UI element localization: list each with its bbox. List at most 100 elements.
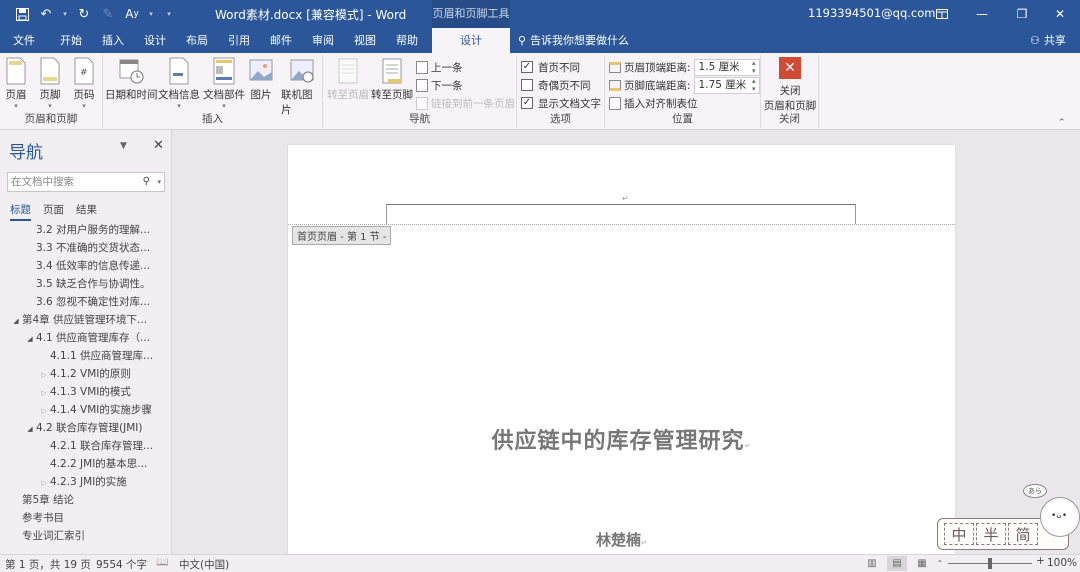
redo-icon[interactable]: ↻	[74, 4, 94, 24]
nav-heading-item[interactable]: 参考书目	[10, 509, 64, 527]
minimize-icon[interactable]: —	[962, 0, 1002, 28]
nav-heading-item[interactable]: 3.3 不准确的交货状态...	[24, 239, 150, 257]
link-to-previous-button[interactable]: 链接到前一条页眉	[416, 94, 515, 112]
spelling-dropdown-icon[interactable]: ▾	[146, 10, 156, 18]
save-icon[interactable]	[12, 4, 32, 24]
zoom-out-button[interactable]: -	[938, 555, 942, 567]
nav-heading-label: 3.4 低效率的信息传递...	[36, 260, 151, 272]
goto-footer-button[interactable]: 转至页脚	[371, 57, 413, 102]
document-page[interactable]: ↵ 首页页眉 - 第 1 节 - 供应链中的库存管理研究↵ 林楚楠↵	[288, 145, 955, 554]
proofing-icon[interactable]: 📖	[156, 557, 168, 568]
customize-qat-icon[interactable]: ▾	[164, 10, 174, 18]
nav-heading-item[interactable]: 3.4 低效率的信息传递...	[24, 257, 150, 275]
header-button[interactable]: 页眉 ▾	[4, 57, 28, 110]
zoom-slider-thumb[interactable]	[988, 558, 992, 569]
format-painter-icon[interactable]: ✎	[98, 4, 118, 24]
print-layout-icon[interactable]: ▤	[887, 556, 907, 571]
spelling-icon[interactable]: Ay	[122, 4, 142, 24]
nav-tab-headings[interactable]: 标题	[10, 202, 31, 221]
search-dropdown-icon[interactable]: ▾	[157, 173, 161, 191]
close-window-icon[interactable]: ✕	[1040, 0, 1080, 28]
show-document-text-checkbox[interactable]: ✓ 显示文档文字	[521, 94, 601, 112]
nav-tab-pages[interactable]: 页面	[43, 202, 64, 221]
collapsed-triangle-icon[interactable]: ▷	[38, 402, 50, 420]
different-odd-even-checkbox[interactable]: 奇偶页不同	[521, 76, 591, 94]
undo-icon[interactable]: ↶	[36, 4, 56, 24]
tab-help[interactable]: 帮助	[388, 28, 426, 53]
nav-pane-close-icon[interactable]: ✕	[153, 138, 164, 153]
nav-search-input[interactable]: 在文档中搜索 ⚲ ▾	[7, 172, 165, 192]
spinner-arrows-icon[interactable]: ▴ ▾	[752, 77, 756, 93]
tab-design[interactable]: 设计	[136, 28, 174, 53]
tab-home[interactable]: 开始	[52, 28, 90, 53]
web-layout-icon[interactable]: ▦	[912, 556, 932, 571]
page-count[interactable]: 第 1 页，共 19 页	[5, 557, 91, 572]
group-label: 选项	[550, 113, 571, 125]
page-number-button[interactable]: # 页码 ▾	[72, 57, 96, 110]
footer-from-bottom-input[interactable]: 1.75 厘米 ▴ ▾	[693, 76, 760, 94]
zoom-in-button[interactable]: +	[1036, 555, 1045, 567]
document-area: ↵ 首页页眉 - 第 1 节 - 供应链中的库存管理研究↵ 林楚楠↵	[173, 130, 1080, 554]
tab-references[interactable]: 引用	[220, 28, 258, 53]
footer-button[interactable]: 页脚 ▾	[38, 57, 62, 110]
restore-icon[interactable]: ❐	[1002, 0, 1042, 28]
nav-heading-item[interactable]: ▷ 4.1.2 VMI的原则	[38, 365, 131, 383]
nav-heading-item[interactable]: ▷ 4.1.3 VMI的模式	[38, 383, 131, 401]
nav-heading-item[interactable]: 第5章 结论	[10, 491, 74, 509]
nav-heading-item[interactable]: 3.2 对用户服务的理解...	[24, 221, 150, 239]
ribbon-display-options-icon[interactable]	[922, 0, 962, 28]
goto-header-button[interactable]: 转至页眉	[327, 57, 369, 102]
close-header-footer-button[interactable]: ✕ 关闭 页眉和页脚	[763, 57, 817, 113]
nav-heading-item[interactable]: 3.6 忽视不确定性对库...	[24, 293, 150, 311]
search-icon[interactable]: ⚲	[143, 173, 150, 191]
nav-pane-options-icon[interactable]: ▼	[120, 141, 127, 151]
collapsed-triangle-icon[interactable]: ▷	[38, 384, 50, 402]
word-count[interactable]: 9554 个字	[96, 557, 147, 572]
collapse-ribbon-icon[interactable]: ⌃	[1058, 118, 1066, 128]
collapsed-triangle-icon[interactable]: ▷	[38, 366, 50, 384]
tab-review[interactable]: 审阅	[304, 28, 342, 53]
header-from-top-input[interactable]: 1.5 厘米 ▴ ▾	[693, 58, 760, 76]
read-mode-icon[interactable]: ▥	[862, 556, 882, 571]
tab-insert[interactable]: 插入	[94, 28, 132, 53]
previous-button[interactable]: 上一条	[416, 58, 463, 76]
nav-heading-item[interactable]: 3.5 缺乏合作与协调性。	[24, 275, 151, 293]
tab-view[interactable]: 视图	[346, 28, 384, 53]
nav-heading-item[interactable]: ◢ 第4章 供应链管理环境下...	[10, 311, 147, 329]
different-first-page-checkbox[interactable]: ✓ 首页不同	[521, 58, 580, 76]
date-time-button[interactable]: 日期和时间	[105, 57, 158, 102]
pictures-button[interactable]: 图片	[249, 57, 273, 102]
quick-parts-button[interactable]: 文档部件 ▾	[203, 57, 245, 110]
sticker-cell: 中	[944, 523, 974, 545]
tell-me-box[interactable]: ⚲ 告诉我你想要做什么	[518, 28, 629, 53]
zoom-level[interactable]: 100%	[1047, 557, 1077, 569]
spinner-arrows-icon[interactable]: ▴ ▾	[752, 59, 756, 75]
expanded-triangle-icon[interactable]: ◢	[10, 312, 22, 330]
nav-heading-item[interactable]: ◢ 4.2 联合库存管理(JMI)	[24, 419, 142, 437]
expanded-triangle-icon[interactable]: ◢	[24, 420, 36, 438]
nav-heading-item[interactable]: 4.1.1 供应商管理库...	[38, 347, 153, 365]
tab-mailings[interactable]: 邮件	[262, 28, 300, 53]
nav-tab-results[interactable]: 结果	[76, 202, 97, 221]
nav-heading-item[interactable]: 4.2.1 联合库存管理...	[38, 437, 153, 455]
expanded-triangle-icon[interactable]: ◢	[24, 330, 36, 348]
undo-dropdown-icon[interactable]: ▾	[60, 10, 70, 18]
svg-text:#: #	[80, 68, 88, 78]
online-pictures-button[interactable]: 联机图片	[281, 57, 322, 117]
nav-heading-item[interactable]: 4.2.2 JMI的基本思...	[38, 455, 147, 473]
insert-alignment-tab-button[interactable]: 插入对齐制表位	[609, 94, 698, 112]
user-account[interactable]: 1193394501@qq.com	[808, 6, 935, 20]
tab-layout[interactable]: 布局	[178, 28, 216, 53]
nav-heading-item[interactable]: 专业词汇索引	[10, 527, 85, 545]
share-button[interactable]: ⚇ 共享	[1030, 28, 1066, 53]
nav-heading-item[interactable]: ▷ 4.1.4 VMI的实施步骤	[38, 401, 152, 419]
nav-heading-item[interactable]: ◢ 4.1 供应商管理库存（...	[24, 329, 150, 347]
nav-heading-item[interactable]: ▷ 4.2.3 JMI的实施	[38, 473, 127, 491]
tab-header-footer-design[interactable]: 设计	[432, 28, 510, 53]
next-button[interactable]: 下一条	[416, 76, 463, 94]
collapsed-triangle-icon[interactable]: ▷	[38, 474, 50, 492]
document-info-button[interactable]: 文档信息 ▾	[158, 57, 200, 110]
tab-file[interactable]: 文件	[5, 28, 43, 53]
language-indicator[interactable]: 中文(中国)	[179, 557, 229, 572]
footer-from-bottom: 页脚底端距离: 1.75 厘米 ▴ ▾	[609, 76, 760, 94]
